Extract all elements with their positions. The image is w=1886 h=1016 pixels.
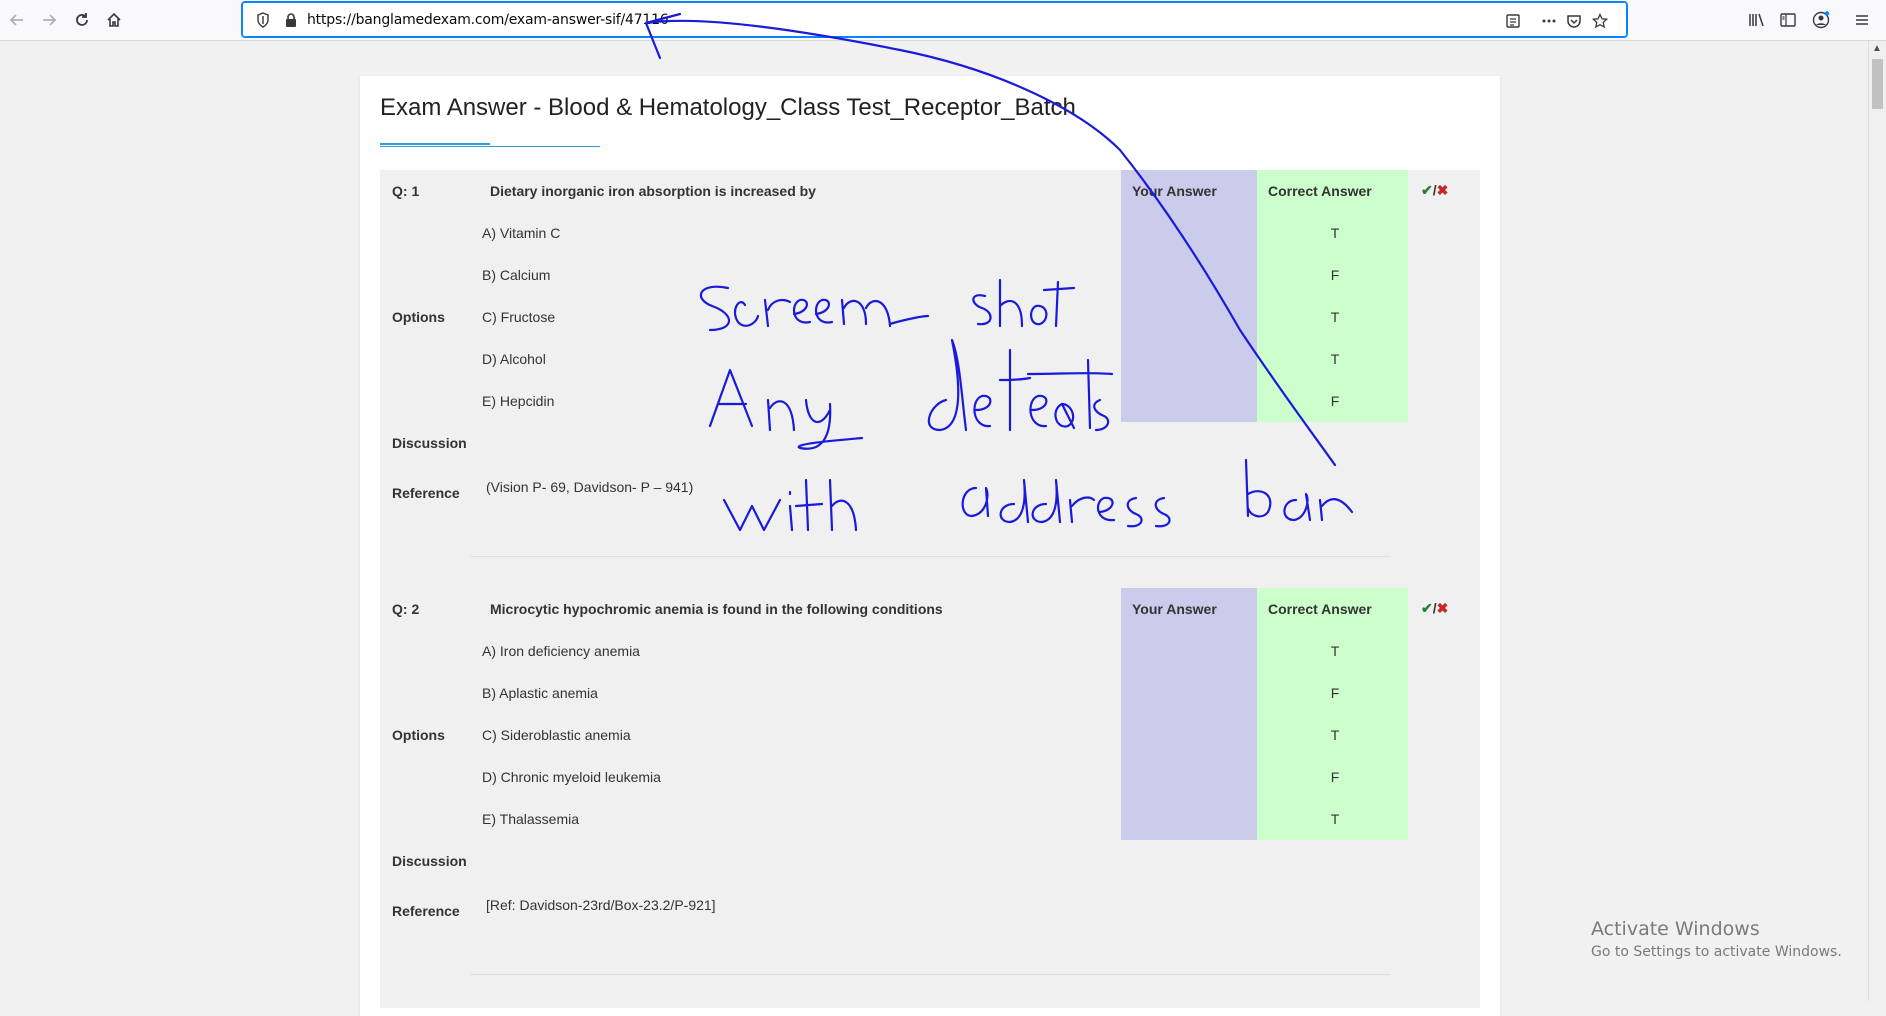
option-e: E) Thalassemia [482,811,580,827]
title-underline-accent [380,143,490,145]
check-cross-icon: ✔/✖ [1421,182,1448,199]
option-c: C) Fructose [482,309,556,325]
exam-answer-card: Exam Answer - Blood & Hematology_Class T… [360,76,1500,1016]
browser-toolbar: https://banglamedexam.com/exam-answer-si… [0,0,1886,41]
option-b: B) Calcium [482,267,551,283]
discussion-label: Discussion [392,435,467,451]
watermark-subtitle: Go to Settings to activate Windows. [1591,944,1842,960]
cross-icon: ✖ [1436,182,1449,198]
correct-answer-column [1257,588,1408,840]
option-d: D) Alcohol [482,351,546,367]
shield-icon[interactable] [256,12,270,28]
check-icon: ✔ [1421,600,1433,616]
correct-answer-d: F [1330,769,1340,785]
bookmark-star-icon[interactable] [1590,11,1610,31]
more-icon[interactable] [1539,11,1559,31]
account-icon[interactable] [1810,9,1832,31]
question-block-2: Q: 2 Microcytic hypochromic anemia is fo… [380,588,1480,1008]
question-divider [470,974,1390,975]
question-number: Q: 2 [392,601,420,617]
correct-answer-a: T [1330,643,1340,659]
lock-icon[interactable] [284,12,298,28]
your-answer-column [1121,588,1257,840]
address-bar[interactable]: https://banglamedexam.com/exam-answer-si… [241,1,1628,38]
reference-label: Reference [392,485,460,501]
question-divider [470,556,1390,557]
reference-text: [Ref: Davidson-23rd/Box-23.2/P-921] [486,897,716,913]
option-a: A) Vitamin C [482,225,561,241]
pocket-icon[interactable] [1564,11,1584,31]
question-text: Microcytic hypochromic anemia is found i… [490,601,943,617]
your-answer-header: Your Answer [1132,183,1217,199]
correct-answer-column [1257,170,1408,422]
check-icon: ✔ [1421,182,1433,198]
page-title: Exam Answer - Blood & Hematology_Class T… [380,94,1076,121]
scroll-thumb[interactable] [1872,59,1883,109]
question-text: Dietary inorganic iron absorption is inc… [490,183,816,199]
scroll-up-icon[interactable]: ▲ [1872,43,1882,54]
correct-answer-header: Correct Answer [1268,183,1372,199]
library-icon[interactable] [1745,9,1767,31]
check-cross-icon: ✔/✖ [1421,600,1448,617]
back-icon[interactable] [5,8,29,32]
option-c: C) Sideroblastic anemia [482,727,631,743]
reference-label: Reference [392,903,460,919]
title-underline [380,146,600,147]
discussion-label: Discussion [392,853,467,869]
correct-answer-e: T [1330,811,1340,827]
activate-windows-watermark: Activate Windows Go to Settings to activ… [1591,918,1842,960]
option-e: E) Hepcidin [482,393,555,409]
watermark-title: Activate Windows [1591,918,1760,940]
option-d: D) Chronic myeloid leukemia [482,769,661,785]
correct-answer-b: F [1330,685,1340,701]
options-label: Options [392,309,445,325]
reload-icon[interactable] [70,8,94,32]
option-b: B) Aplastic anemia [482,685,598,701]
correct-answer-e: F [1330,393,1340,409]
correct-answer-b: F [1330,267,1340,283]
reference-text: (Vision P- 69, Davidson- P – 941) [486,479,694,495]
vertical-scrollbar[interactable]: ▲ [1868,41,1886,1001]
cross-icon: ✖ [1436,600,1449,616]
correct-answer-c: T [1330,727,1340,743]
question-block-1: Q: 1 Dietary inorganic iron absorption i… [380,170,1480,590]
your-answer-header: Your Answer [1132,601,1217,617]
options-label: Options [392,727,445,743]
correct-answer-c: T [1330,309,1340,325]
correct-answer-a: T [1330,225,1340,241]
correct-answer-header: Correct Answer [1268,601,1372,617]
home-icon[interactable] [102,8,126,32]
menu-icon[interactable] [1851,9,1873,31]
sidebar-icon[interactable] [1777,9,1799,31]
correct-answer-d: T [1330,351,1340,367]
reader-view-icon[interactable] [1503,11,1523,31]
your-answer-column [1121,170,1257,422]
forward-icon[interactable] [37,8,61,32]
option-a: A) Iron deficiency anemia [482,643,640,659]
question-number: Q: 1 [392,183,420,199]
url-text[interactable]: https://banglamedexam.com/exam-answer-si… [307,12,669,28]
